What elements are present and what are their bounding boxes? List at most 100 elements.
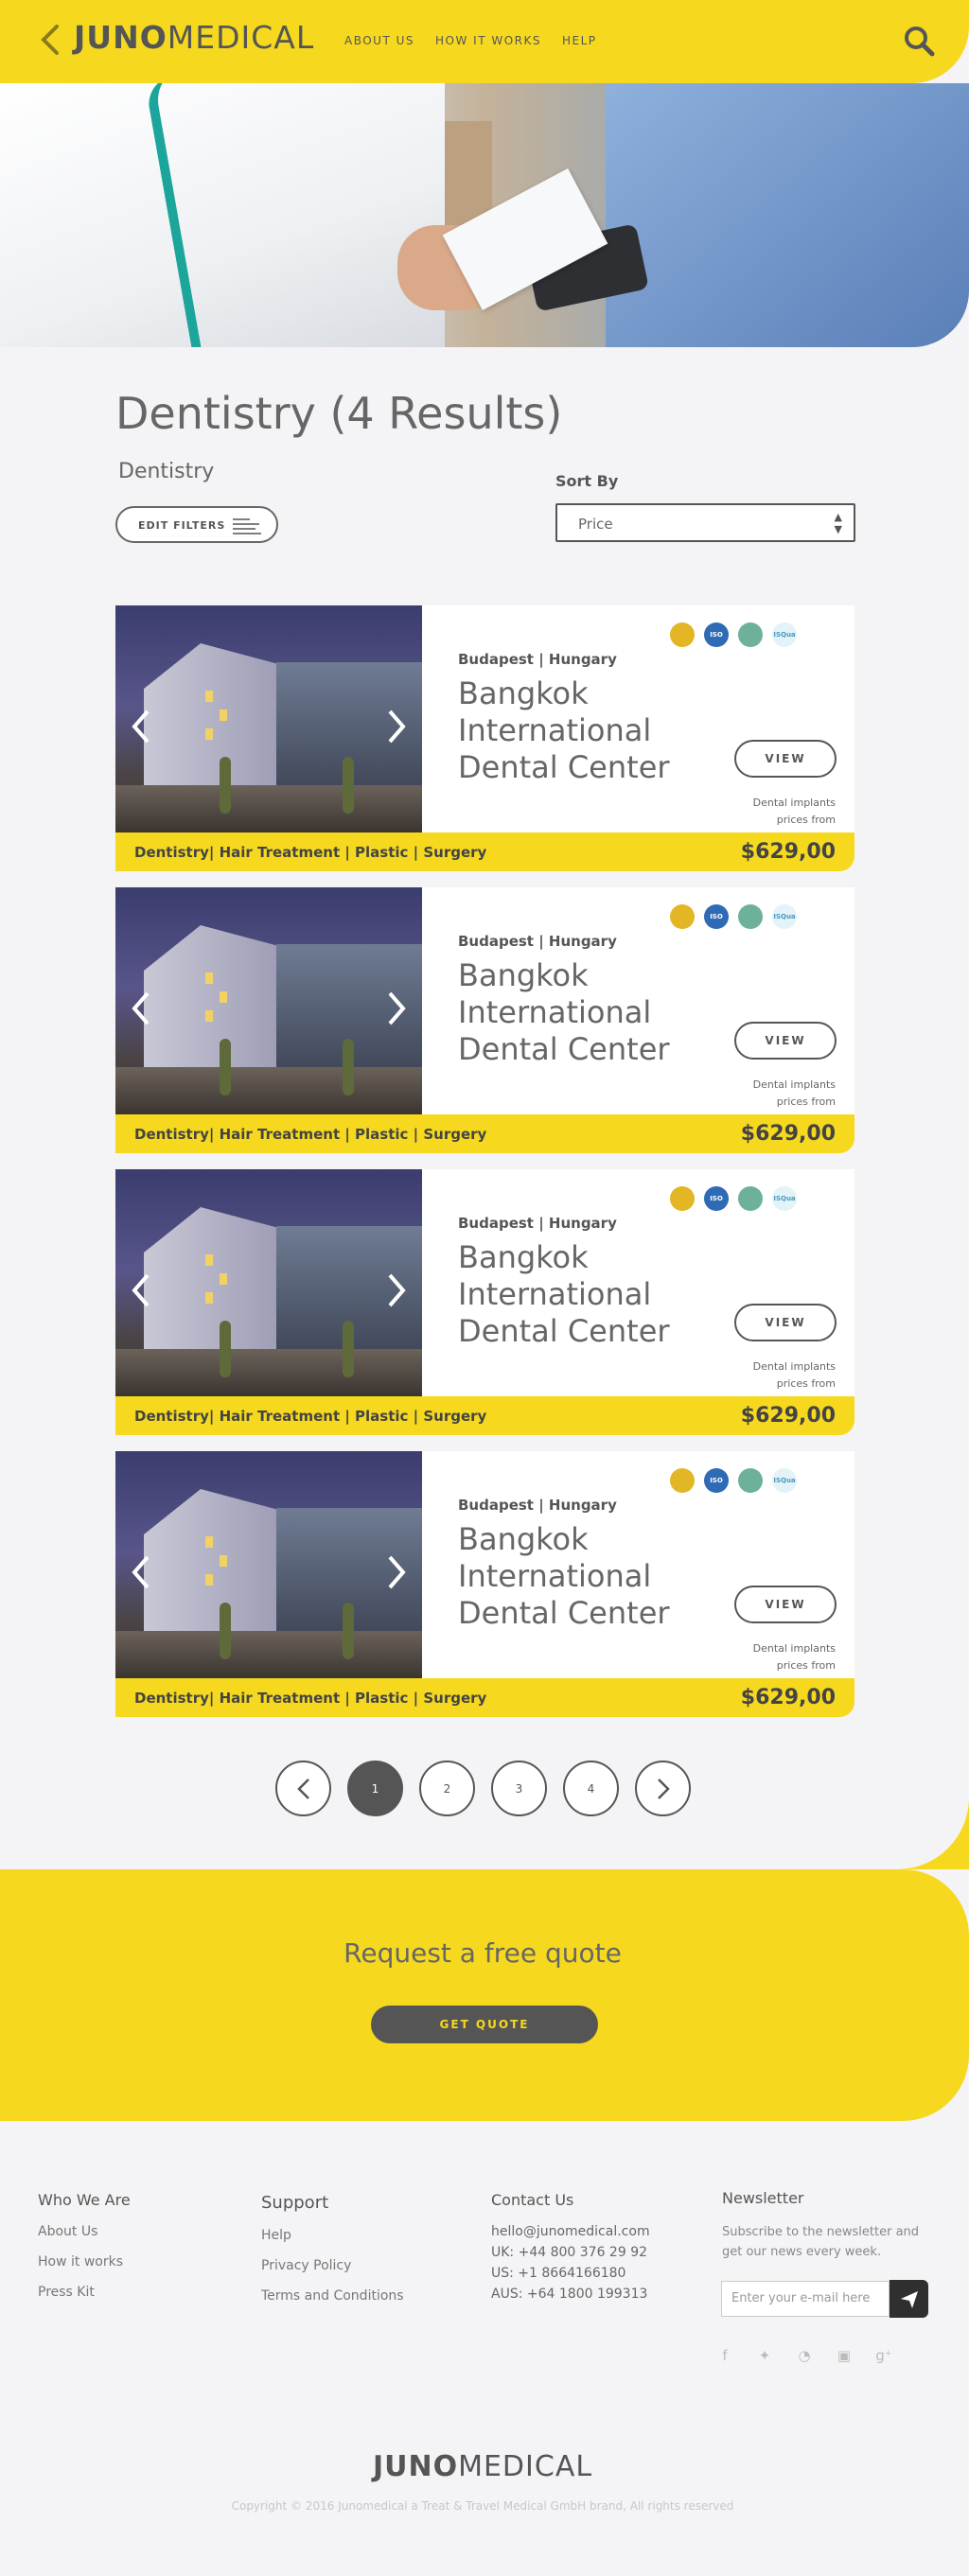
view-button[interactable]: VIEW bbox=[734, 1304, 837, 1341]
edit-filters-label: EDIT FILTERS bbox=[138, 519, 226, 532]
chevron-right-icon bbox=[657, 1778, 670, 1799]
price-note: Dental implants prices from bbox=[752, 1360, 836, 1390]
carousel-next-icon[interactable] bbox=[386, 1555, 407, 1589]
hero-image bbox=[0, 83, 969, 347]
hero-patient-sleeve bbox=[606, 83, 969, 347]
view-button[interactable]: VIEW bbox=[734, 1586, 837, 1623]
photo-window bbox=[205, 1254, 213, 1266]
photo-window bbox=[205, 1574, 213, 1586]
clinic-name[interactable]: Bangkok International Dental Center bbox=[458, 675, 704, 786]
footer-logo-bold: JUNO bbox=[372, 2450, 459, 2483]
footer-logo[interactable]: JUNOMEDICAL bbox=[0, 2450, 965, 2483]
nav-help[interactable]: HELP bbox=[562, 34, 597, 47]
pagination-prev[interactable] bbox=[275, 1761, 331, 1816]
footer-link-privacy-policy[interactable]: Privacy Policy bbox=[261, 2258, 404, 2273]
card-footer-bar: Dentistry| Hair Treatment | Plastic | Su… bbox=[115, 832, 854, 871]
nav-about-us[interactable]: ABOUT US bbox=[344, 34, 414, 47]
footer-link-press-kit[interactable]: Press Kit bbox=[38, 2285, 131, 2300]
photo-window bbox=[205, 973, 213, 984]
clinic-name[interactable]: Bangkok International Dental Center bbox=[458, 957, 704, 1068]
pagination-page[interactable]: 4 bbox=[563, 1761, 619, 1816]
clinic-location: Budapest | Hungary bbox=[458, 651, 617, 668]
sort-by-value: Price bbox=[578, 516, 613, 533]
google-plus-icon[interactable]: g⁺ bbox=[874, 2346, 893, 2365]
photo-window bbox=[205, 1010, 213, 1022]
photo-window bbox=[205, 728, 213, 740]
clinic-card: ISO ISQua Budapest | Hungary Bangkok Int… bbox=[115, 887, 854, 1153]
clinic-price: $629,00 bbox=[740, 840, 836, 864]
get-quote-button[interactable]: GET QUOTE bbox=[371, 2006, 598, 2043]
clinic-categories: Dentistry| Hair Treatment | Plastic | Su… bbox=[134, 1126, 487, 1143]
carousel-prev-icon[interactable] bbox=[131, 991, 151, 1025]
subcategory-label: Dentistry bbox=[118, 460, 215, 483]
carousel-next-icon[interactable] bbox=[386, 991, 407, 1025]
photo-ground bbox=[115, 1349, 422, 1396]
select-arrows-icon: ▲ ▼ bbox=[834, 511, 842, 535]
carousel-prev-icon[interactable] bbox=[131, 710, 151, 744]
edit-filters-button[interactable]: EDIT FILTERS bbox=[115, 506, 278, 543]
pagination-page[interactable]: 3 bbox=[491, 1761, 547, 1816]
photo-tree bbox=[343, 1039, 354, 1095]
photo-tree bbox=[343, 757, 354, 814]
contact-phone-us: US: +1 8664166180 bbox=[491, 2266, 626, 2281]
site-logo[interactable]: JUNOMEDICAL bbox=[74, 19, 314, 56]
sort-by-select[interactable]: Price ▲ ▼ bbox=[555, 503, 855, 542]
instagram-icon[interactable]: ▣ bbox=[835, 2346, 854, 2365]
back-chevron-icon[interactable] bbox=[38, 23, 64, 57]
contact-email[interactable]: hello@junomedical.com bbox=[491, 2224, 650, 2239]
view-button[interactable]: VIEW bbox=[734, 740, 837, 778]
clinic-name[interactable]: Bangkok International Dental Center bbox=[458, 1239, 704, 1350]
clinic-info: ISO ISQua Budapest | Hungary Bangkok Int… bbox=[422, 1451, 854, 1678]
photo-tree bbox=[220, 757, 231, 814]
pagination-page[interactable]: 2 bbox=[419, 1761, 475, 1816]
photo-window bbox=[220, 710, 227, 721]
clinic-name[interactable]: Bangkok International Dental Center bbox=[458, 1521, 704, 1632]
carousel-prev-icon[interactable] bbox=[131, 1555, 151, 1589]
carousel-prev-icon[interactable] bbox=[131, 1273, 151, 1307]
footer-logo-rest: MEDICAL bbox=[458, 2450, 593, 2483]
isqua-badge: ISQua bbox=[772, 904, 797, 929]
clinic-photo bbox=[115, 1451, 422, 1678]
page-title: Dentistry (4 Results) bbox=[115, 388, 563, 439]
footer-heading: Newsletter bbox=[722, 2189, 804, 2207]
carousel-next-icon[interactable] bbox=[386, 710, 407, 744]
price-note: Dental implants prices from bbox=[752, 797, 836, 826]
carousel-next-icon[interactable] bbox=[386, 1273, 407, 1307]
footer-link-terms[interactable]: Terms and Conditions bbox=[261, 2288, 404, 2304]
logo-rest: MEDICAL bbox=[167, 19, 315, 56]
isqua-badge: ISQua bbox=[772, 1186, 797, 1211]
photo-building bbox=[144, 1207, 286, 1358]
twitter-icon[interactable]: ✦ bbox=[755, 2346, 774, 2365]
rss-icon[interactable]: ◔ bbox=[795, 2346, 814, 2365]
newsletter-submit-button[interactable] bbox=[890, 2280, 928, 2318]
iso-badge: ISO bbox=[704, 622, 729, 647]
photo-ground bbox=[115, 1067, 422, 1114]
iso-badge: ISO bbox=[704, 904, 729, 929]
photo-window bbox=[205, 691, 213, 702]
photo-window bbox=[220, 991, 227, 1003]
facebook-icon[interactable]: f bbox=[715, 2346, 734, 2365]
search-icon[interactable] bbox=[903, 25, 935, 57]
gold-seal-icon bbox=[670, 904, 695, 929]
price-note: Dental implants prices from bbox=[752, 1078, 836, 1108]
pagination-next[interactable] bbox=[635, 1761, 691, 1816]
isqua-badge: ISQua bbox=[772, 1468, 797, 1493]
copyright-text: Copyright © 2016 Junomedical a Treat & T… bbox=[231, 2499, 734, 2513]
clinic-card: ISO ISQua Budapest | Hungary Bangkok Int… bbox=[115, 1169, 854, 1435]
footer-link-help[interactable]: Help bbox=[261, 2228, 404, 2243]
card-footer-bar: Dentistry| Hair Treatment | Plastic | Su… bbox=[115, 1396, 854, 1435]
photo-building bbox=[144, 643, 286, 795]
footer-heading: Contact Us bbox=[491, 2191, 574, 2209]
price-note: Dental implants prices from bbox=[752, 1642, 836, 1672]
footer-link-how-it-works[interactable]: How it works bbox=[38, 2254, 131, 2269]
photo-window bbox=[220, 1273, 227, 1285]
accreditation-badges: ISO ISQua bbox=[670, 1468, 797, 1493]
view-button[interactable]: VIEW bbox=[734, 1022, 837, 1060]
green-seal-icon bbox=[738, 1468, 763, 1493]
newsletter-email-input[interactable]: Enter your e-mail here bbox=[721, 2281, 890, 2317]
nav-how-it-works[interactable]: HOW IT WORKS bbox=[435, 34, 541, 47]
filter-lines-icon bbox=[233, 518, 261, 534]
footer-link-about-us[interactable]: About Us bbox=[38, 2224, 131, 2239]
pagination-page[interactable]: 1 bbox=[347, 1761, 403, 1816]
accreditation-badges: ISO ISQua bbox=[670, 1186, 797, 1211]
